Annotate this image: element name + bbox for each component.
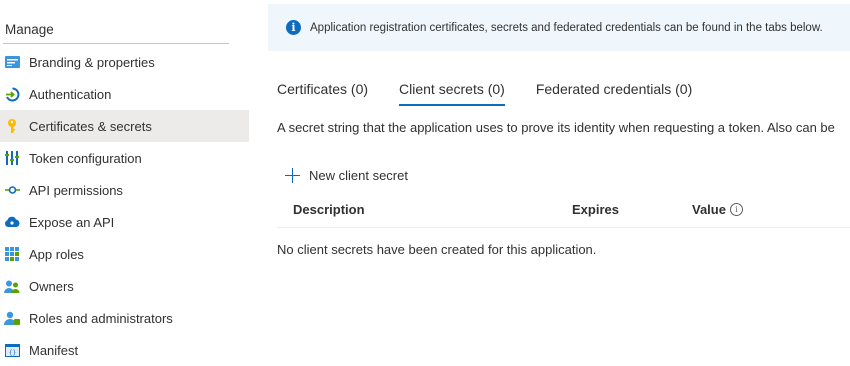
info-icon: i — [286, 20, 301, 35]
column-header-value-label: Value — [692, 202, 726, 217]
info-icon[interactable]: i — [729, 203, 743, 216]
sidebar-item-label: Roles and administrators — [29, 310, 173, 326]
secrets-table-header: Description Expires Value i — [277, 200, 850, 228]
sidebar-item-label: Branding & properties — [29, 54, 155, 70]
sidebar: Manage Branding & properties Authenticat… — [0, 0, 250, 366]
plus-icon — [285, 167, 300, 183]
owners-icon — [4, 278, 20, 294]
empty-state-message: No client secrets have been created for … — [277, 242, 597, 257]
column-header-description: Description — [293, 202, 365, 217]
key-icon — [4, 118, 20, 134]
tab-federated-credentials[interactable]: Federated credentials (0) — [536, 78, 692, 104]
branding-icon — [4, 54, 20, 70]
section-description: A secret string that the application use… — [277, 120, 835, 135]
sidebar-item-label: Manifest — [29, 342, 79, 358]
tab-bar: Certificates (0) Client secrets (0) Fede… — [277, 78, 723, 106]
sidebar-item-manifest[interactable]: {} Manifest — [0, 334, 249, 366]
column-header-expires: Expires — [572, 202, 619, 217]
sidebar-item-expose-api[interactable]: Expose an API — [0, 206, 249, 238]
sidebar-item-label: Authentication — [29, 86, 112, 102]
sidebar-item-branding[interactable]: Branding & properties — [0, 46, 249, 78]
divider — [3, 43, 229, 44]
column-header-value: Value i — [692, 202, 743, 217]
tab-client-secrets[interactable]: Client secrets (0) — [399, 78, 505, 106]
token-config-icon — [4, 150, 20, 166]
sidebar-item-label: API permissions — [29, 182, 123, 198]
sidebar-item-owners[interactable]: Owners — [0, 270, 249, 302]
sidebar-item-certificates-secrets[interactable]: Certificates & secrets — [0, 110, 249, 142]
grid-icon — [4, 246, 20, 262]
roles-icon — [4, 310, 20, 326]
cloud-icon — [4, 214, 20, 230]
sidebar-item-label: Expose an API — [29, 214, 115, 230]
info-banner-text: Application registration certificates, s… — [310, 21, 823, 34]
sidebar-item-token-configuration[interactable]: Token configuration — [0, 142, 249, 174]
sidebar-item-app-roles[interactable]: App roles — [0, 238, 249, 270]
info-banner: i Application registration certificates,… — [268, 4, 850, 51]
manifest-icon: {} — [4, 342, 20, 358]
new-client-secret-label: New client secret — [309, 167, 408, 183]
svg-text:{}: {} — [8, 349, 15, 356]
authentication-icon — [4, 86, 20, 102]
sidebar-item-label: Certificates & secrets — [29, 118, 152, 134]
sidebar-item-label: Owners — [29, 278, 74, 294]
sidebar-item-label: Token configuration — [29, 150, 142, 166]
new-client-secret-button[interactable]: New client secret — [285, 165, 408, 185]
manage-section-title: Manage — [5, 22, 54, 37]
sidebar-item-roles-administrators[interactable]: Roles and administrators — [0, 302, 249, 334]
sidebar-item-authentication[interactable]: Authentication — [0, 78, 249, 110]
sidebar-item-label: App roles — [29, 246, 84, 262]
tab-certificates[interactable]: Certificates (0) — [277, 78, 368, 104]
api-permissions-icon — [4, 182, 20, 198]
sidebar-item-api-permissions[interactable]: API permissions — [0, 174, 249, 206]
